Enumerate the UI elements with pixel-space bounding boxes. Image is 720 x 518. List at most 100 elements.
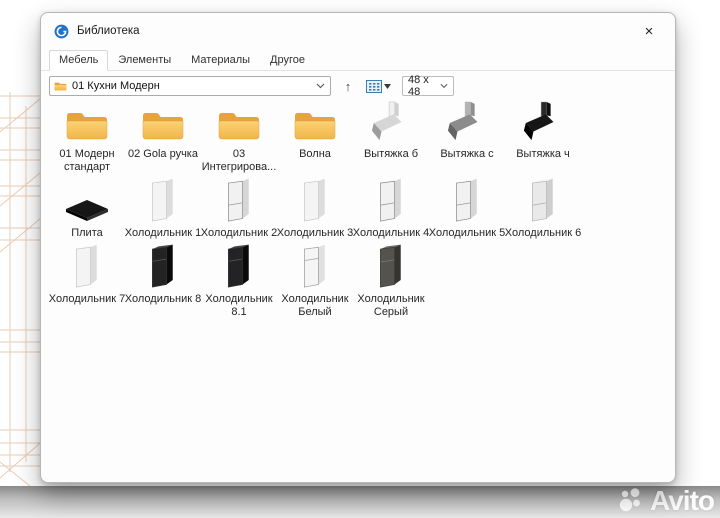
app-icon [54, 24, 69, 39]
cooktop-icon-box [64, 178, 110, 222]
tab-other[interactable]: Другое [260, 50, 315, 71]
fridge-icon [375, 242, 407, 288]
fridge-icon [147, 176, 179, 222]
library-item-label: Холодильник 8 [123, 293, 203, 306]
library-item[interactable]: Вытяжка б [353, 99, 429, 174]
fridge-icon [451, 176, 483, 222]
fridge-icon [223, 242, 255, 288]
library-item-label: Волна [275, 148, 355, 161]
library-item[interactable]: Холодильник 1 [125, 178, 201, 240]
library-item-label: Холодильник Серый [351, 293, 431, 319]
library-item[interactable]: Холодильник 6 [505, 178, 581, 240]
library-item[interactable]: Холодильник 5 [429, 178, 505, 240]
folder-small-icon [54, 81, 67, 92]
close-button[interactable]: × [631, 18, 667, 44]
fridge-icon-box [527, 178, 559, 222]
category-combobox-value: 01 Кухни Модерн [72, 80, 160, 92]
cooker-hood-icon [444, 101, 490, 143]
library-item-label: Вытяжка с [427, 148, 507, 161]
library-window: Библиотека × Мебель Элементы Материалы Д… [40, 12, 676, 483]
cooker-hood-icon [368, 101, 414, 143]
library-item-label: Холодильник 3 [275, 227, 355, 240]
hood-icon-box [444, 99, 490, 143]
fridge-icon [299, 176, 331, 222]
icon-size-select[interactable]: 48 x 48 [402, 76, 454, 96]
avito-logo-icon [619, 488, 645, 514]
view-mode-button[interactable] [364, 78, 393, 95]
toolbar: 01 Кухни Модерн ↑ [41, 71, 675, 99]
fridge-icon-box [299, 244, 331, 288]
library-item[interactable]: 01 Модерн стандарт [49, 99, 125, 174]
folder-icon-box [65, 99, 109, 143]
chevron-down-icon [440, 83, 448, 89]
fridge-icon-box [223, 244, 255, 288]
hood-icon-box [368, 99, 414, 143]
fridge-icon [147, 242, 179, 288]
fridge-icon [223, 176, 255, 222]
window-title: Библиотека [77, 25, 140, 37]
library-item[interactable]: Холодильник 8.1 [201, 244, 277, 319]
tab-furniture[interactable]: Мебель [49, 50, 108, 71]
titlebar[interactable]: Библиотека × [41, 13, 675, 49]
library-item-label: Холодильник 6 [503, 227, 583, 240]
folder-icon-box [293, 99, 337, 143]
library-item[interactable]: Холодильник 8 [125, 244, 201, 319]
library-item-label: Холодильник 1 [123, 227, 203, 240]
library-item-label: Холодильник 2 [199, 227, 279, 240]
fridge-icon-box [71, 244, 103, 288]
photo-shadow-band [0, 486, 720, 518]
library-item[interactable]: 02 Gola ручка [125, 99, 201, 174]
folder-icon [293, 109, 337, 143]
desktop-background: Avito Библиотека × Мебель Элементы Матер… [0, 0, 720, 518]
library-item[interactable]: Холодильник Белый [277, 244, 353, 319]
library-item[interactable]: 03 Интегрирова... [201, 99, 277, 174]
fridge-icon-box [147, 178, 179, 222]
cooker-hood-icon [520, 101, 566, 143]
fridge-icon-box [299, 178, 331, 222]
up-level-button[interactable]: ↑ [337, 79, 359, 94]
library-grid-items: 01 Модерн стандарт 02 Gola ручка 03 Инте… [49, 99, 589, 319]
library-item[interactable]: Вытяжка ч [505, 99, 581, 174]
folder-icon-box [141, 99, 185, 143]
library-item[interactable]: Холодильник 2 [201, 178, 277, 240]
tab-materials[interactable]: Материалы [181, 50, 260, 71]
library-item-label: Вытяжка б [351, 148, 431, 161]
library-item[interactable]: Волна [277, 99, 353, 174]
fridge-icon [299, 242, 331, 288]
fridge-icon [527, 176, 559, 222]
fridge-icon [71, 242, 103, 288]
library-item[interactable]: Плита [49, 178, 125, 240]
library-item[interactable]: Холодильник Серый [353, 244, 429, 319]
folder-icon [217, 109, 261, 143]
tab-elements[interactable]: Элементы [108, 50, 181, 71]
folder-icon [65, 109, 109, 143]
library-item-label: 03 Интегрирова... [199, 148, 279, 174]
avito-watermark: Avito [619, 485, 714, 517]
avito-watermark-text: Avito [650, 485, 714, 517]
folder-icon-box [217, 99, 261, 143]
library-item[interactable]: Холодильник 3 [277, 178, 353, 240]
fridge-icon-box [147, 244, 179, 288]
fridge-icon [375, 176, 407, 222]
fridge-icon-box [451, 178, 483, 222]
hood-icon-box [520, 99, 566, 143]
library-item[interactable]: Вытяжка с [429, 99, 505, 174]
library-item[interactable]: Холодильник 7 [49, 244, 125, 319]
fridge-icon-box [223, 178, 255, 222]
library-item-label: Холодильник 4 [351, 227, 431, 240]
chevron-down-icon [316, 83, 325, 89]
library-item-label: Холодильник 8.1 [199, 293, 279, 319]
library-item[interactable]: Холодильник 4 [353, 178, 429, 240]
fridge-icon-box [375, 178, 407, 222]
fridge-icon-box [375, 244, 407, 288]
folder-icon [141, 109, 185, 143]
library-item-label: Холодильник 7 [47, 293, 127, 306]
tab-bar: Мебель Элементы Материалы Другое [41, 49, 675, 71]
cooktop-icon [64, 196, 110, 222]
category-combobox[interactable]: 01 Кухни Модерн [49, 76, 331, 96]
library-item-label: 02 Gola ручка [123, 148, 203, 161]
library-item-label: Холодильник Белый [275, 293, 355, 319]
library-item-label: Плита [47, 227, 127, 240]
library-item-label: 01 Модерн стандарт [47, 148, 127, 174]
library-item-label: Вытяжка ч [503, 148, 583, 161]
